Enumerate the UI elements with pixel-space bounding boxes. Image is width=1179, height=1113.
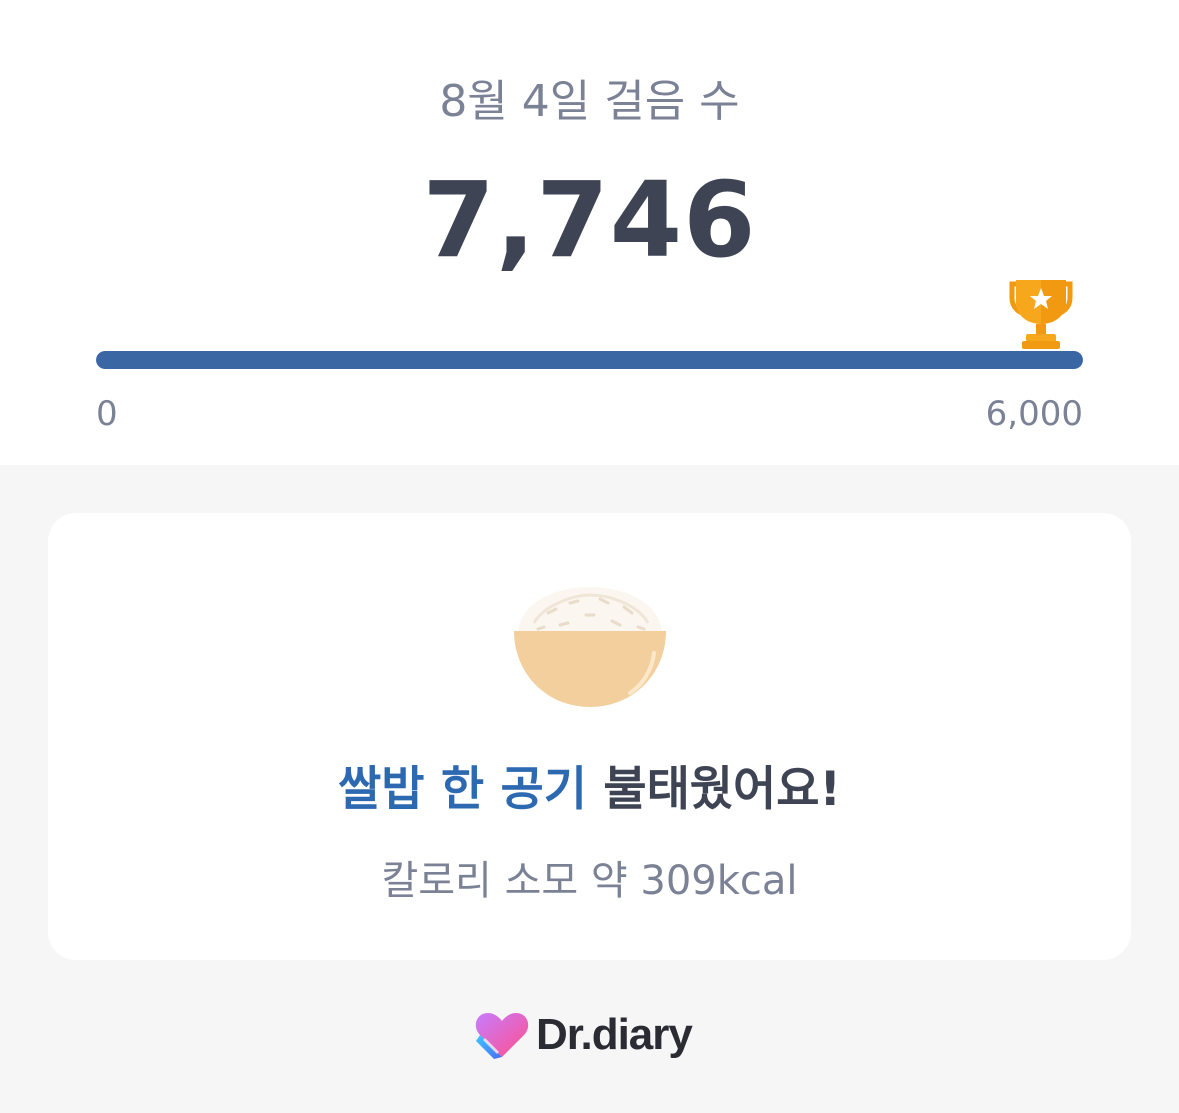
step-count: 7,746 <box>422 159 757 281</box>
step-progress-bar <box>96 351 1083 369</box>
calorie-headline: 쌀밥 한 공기 불태웠어요! <box>48 758 1131 822</box>
headline-suffix: 불태웠어요! <box>586 762 841 817</box>
progress-min-label: 0 <box>96 394 118 434</box>
trophy-icon <box>1008 278 1074 352</box>
headline-food: 쌀밥 한 공기 <box>338 762 587 817</box>
step-progress-fill <box>96 351 1083 369</box>
brand-footer: Dr.diary <box>474 1008 693 1062</box>
heart-logo-icon <box>474 1009 530 1061</box>
calorie-burned-text: 칼로리 소모 약 309kcal <box>381 858 798 904</box>
calorie-card: 쌀밥 한 공기 불태웠어요! 칼로리 소모 약 309kcal <box>48 513 1131 960</box>
rice-bowl-icon <box>514 583 666 709</box>
brand-name: Dr.diary <box>536 1010 693 1059</box>
date-label: 8월 4일 걸음 수 <box>439 76 740 127</box>
steps-summary: 8월 4일 걸음 수 7,746 0 6,000 <box>0 0 1179 465</box>
progress-goal-label: 6,000 <box>985 394 1083 434</box>
